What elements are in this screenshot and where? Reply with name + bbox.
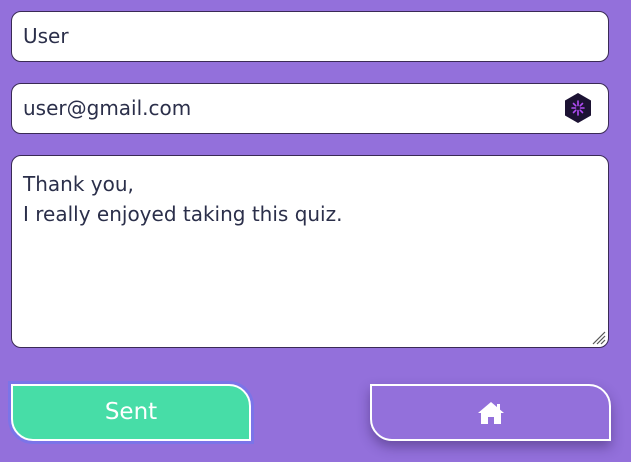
sent-button[interactable]: Sent [11,384,251,441]
message-line-1: Thank you, [23,172,134,196]
message-line-2: I really enjoyed taking this quiz. [23,202,343,226]
email-input[interactable]: user@gmail.com [11,83,609,134]
email-input-value: user@gmail.com [23,96,192,120]
name-input[interactable]: User [11,11,609,62]
sent-button-label: Sent [104,399,158,425]
name-input-value: User [23,24,69,48]
message-textarea[interactable]: Thank you, I really enjoyed taking this … [11,155,609,348]
home-icon [477,401,504,424]
home-button[interactable] [370,384,611,441]
resize-grip-icon[interactable] [590,329,606,345]
password-manager-icon[interactable] [562,92,594,124]
